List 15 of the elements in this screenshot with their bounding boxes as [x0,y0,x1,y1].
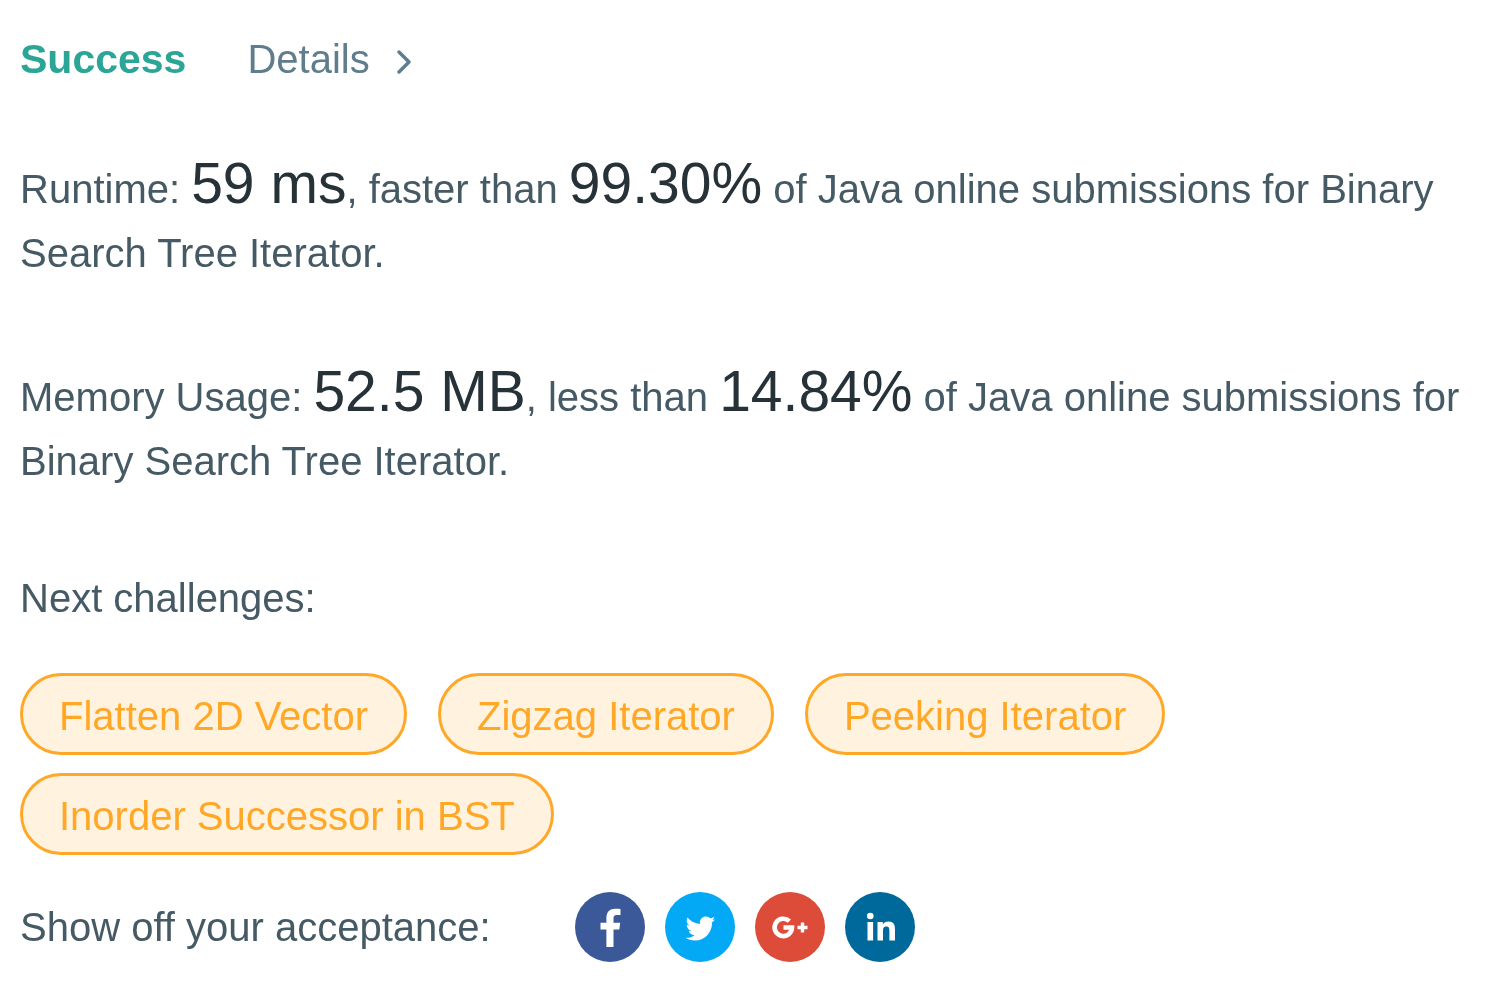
in-logo-icon[interactable] [845,892,915,962]
chevron-right-icon [396,50,411,74]
g-plus-logo-icon[interactable] [755,892,825,962]
challenge-chip[interactable]: Peeking Iterator [804,673,1166,755]
f-logo-icon[interactable] [575,892,645,962]
challenge-chip[interactable]: Zigzag Iterator [438,673,774,755]
section-label: Next challenges: [20,575,317,622]
bird-logo-icon[interactable] [665,892,735,962]
challenge-chip[interactable]: Flatten 2D Vector [20,673,408,755]
status-title: Success [20,35,187,84]
details-link[interactable]: Details [247,34,411,84]
share-label: Show off your acceptance: [20,904,492,951]
challenge-chip[interactable]: Inorder Successor in BST [20,773,554,855]
memory-result-text: Memory Usage: 52.5 MB, less than 14.84% of Java online submissions for Binary Search Tree Iterator. [20,365,1461,485]
runtime-result-text: Runtime: 59 ms, faster than 99.30% of Java online submissions for Binary Search Tree Iterator. [20,157,1435,277]
